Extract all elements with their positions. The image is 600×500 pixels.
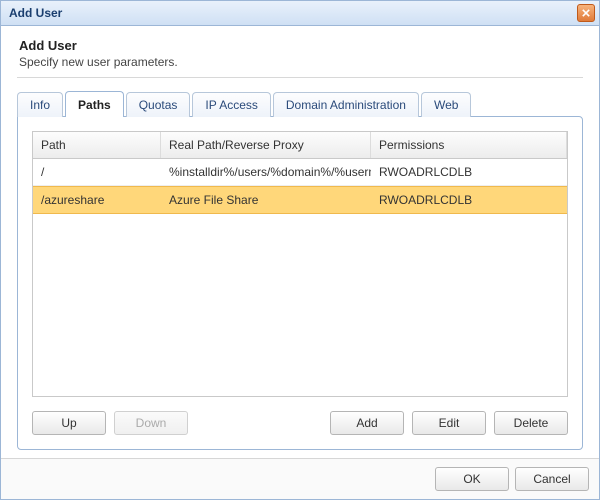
delete-button[interactable]: Delete xyxy=(494,411,568,435)
spacer xyxy=(196,411,322,435)
grid-header: Path Real Path/Reverse Proxy Permissions xyxy=(33,132,567,159)
cell-path: / xyxy=(33,159,161,185)
cell-permissions: RWOADRLCDLB xyxy=(371,159,567,185)
tab-paths[interactable]: Paths xyxy=(65,91,124,117)
cell-permissions: RWOADRLCDLB xyxy=(371,187,567,213)
cell-real-path: %installdir%/users/%domain%/%username% xyxy=(161,159,371,185)
grid-body: / %installdir%/users/%domain%/%username%… xyxy=(33,159,567,396)
paths-grid: Path Real Path/Reverse Proxy Permissions… xyxy=(32,131,568,397)
paths-panel: Path Real Path/Reverse Proxy Permissions… xyxy=(17,116,583,450)
col-header-permissions[interactable]: Permissions xyxy=(371,132,567,158)
add-button[interactable]: Add xyxy=(330,411,404,435)
page-title: Add User xyxy=(19,38,583,53)
tab-web[interactable]: Web xyxy=(421,92,471,117)
edit-button[interactable]: Edit xyxy=(412,411,486,435)
ok-button[interactable]: OK xyxy=(435,467,509,491)
tab-domain-administration[interactable]: Domain Administration xyxy=(273,92,419,117)
tab-ip-access[interactable]: IP Access xyxy=(192,92,270,117)
table-row[interactable]: /azureshare Azure File Share RWOADRLCDLB xyxy=(33,186,567,214)
down-button: Down xyxy=(114,411,188,435)
close-button[interactable] xyxy=(577,4,595,22)
dialog-body: Add User Specify new user parameters. In… xyxy=(1,26,599,458)
cancel-button[interactable]: Cancel xyxy=(515,467,589,491)
dialog-footer: OK Cancel xyxy=(1,458,599,499)
panel-buttons: Up Down Add Edit Delete xyxy=(32,411,568,435)
cell-real-path: Azure File Share xyxy=(161,187,371,213)
header-block: Add User Specify new user parameters. xyxy=(17,36,583,78)
cell-path: /azureshare xyxy=(33,187,161,213)
tabstrip: Info Paths Quotas IP Access Domain Admin… xyxy=(17,90,583,116)
dialog-title: Add User xyxy=(9,6,577,20)
add-user-dialog: Add User Add User Specify new user param… xyxy=(0,0,600,500)
col-header-path[interactable]: Path xyxy=(33,132,161,158)
page-subtitle: Specify new user parameters. xyxy=(19,55,583,69)
titlebar: Add User xyxy=(1,1,599,26)
col-header-real-path[interactable]: Real Path/Reverse Proxy xyxy=(161,132,371,158)
close-icon xyxy=(582,9,590,17)
up-button[interactable]: Up xyxy=(32,411,106,435)
tab-quotas[interactable]: Quotas xyxy=(126,92,191,117)
tab-info[interactable]: Info xyxy=(17,92,63,117)
table-row[interactable]: / %installdir%/users/%domain%/%username%… xyxy=(33,159,567,186)
